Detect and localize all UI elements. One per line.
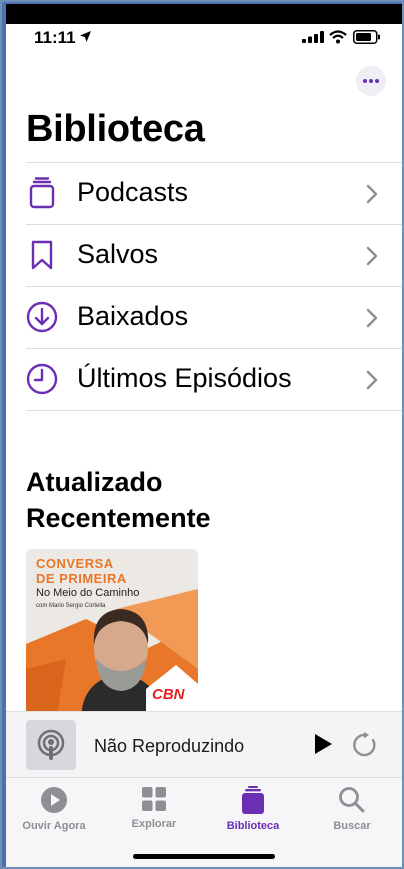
top-bezel: [6, 4, 402, 24]
mini-player-artwork: [26, 720, 76, 770]
artwork-credit: com Mario Sergio Cortella: [36, 603, 106, 609]
home-indicator[interactable]: [133, 854, 275, 859]
tab-ouvir-agora[interactable]: Ouvir Agora: [9, 786, 99, 832]
menu-label: Podcasts: [77, 177, 189, 207]
menu-item-podcasts[interactable]: Podcasts: [26, 162, 402, 224]
tab-biblioteca[interactable]: Biblioteca: [208, 786, 298, 832]
play-icon[interactable]: [312, 732, 334, 756]
menu-item-salvos[interactable]: Salvos: [26, 224, 402, 286]
library-menu: Podcasts Salvos Baixados Últimos Episódi…: [26, 162, 402, 411]
menu-label: Salvos: [77, 239, 159, 269]
page-title: Biblioteca: [26, 108, 205, 150]
ellipsis-icon: [363, 79, 367, 83]
phone-screen: 11:11 Biblioteca Podcasts Salvos Baixado…: [6, 4, 402, 867]
tab-label: Explorar: [131, 818, 177, 830]
search-icon: [339, 787, 365, 813]
more-options-button[interactable]: [356, 66, 386, 96]
stack-icon: [29, 177, 55, 209]
tab-explorar[interactable]: Explorar: [109, 786, 199, 830]
chevron-right-icon: [366, 246, 378, 266]
artwork-title-line1: CONVERSA: [36, 556, 114, 571]
chevron-right-icon: [366, 184, 378, 204]
podcast-artwork[interactable]: CONVERSA DE PRIMEIRA No Meio do Caminho …: [26, 549, 198, 721]
battery-icon: [353, 30, 380, 44]
tab-label: Ouvir Agora: [22, 820, 86, 832]
library-icon: [242, 786, 264, 814]
artwork-title-line2: DE PRIMEIRA: [36, 571, 127, 586]
tab-buscar[interactable]: Buscar: [307, 786, 397, 832]
artwork-brand-logo: CBN: [152, 686, 185, 703]
chevron-right-icon: [366, 370, 378, 390]
tab-label: Buscar: [333, 820, 371, 832]
clock-icon: [26, 363, 58, 395]
tab-label: Biblioteca: [226, 820, 280, 832]
section-title: Atualizado Recentemente: [26, 467, 211, 533]
skip-forward-icon[interactable]: [352, 732, 378, 758]
wifi-icon: [329, 30, 347, 44]
podcasts-app-icon: [37, 729, 65, 760]
artwork-subtitle: No Meio do Caminho: [36, 587, 140, 599]
play-circle-icon: [41, 787, 67, 813]
download-icon: [26, 301, 58, 333]
status-bar: 11:11: [6, 24, 402, 54]
menu-item-baixados[interactable]: Baixados: [26, 286, 402, 348]
cellular-signal-icon: [302, 31, 324, 43]
chevron-right-icon: [366, 308, 378, 328]
location-arrow-icon: [80, 31, 91, 42]
mini-player[interactable]: Não Reproduzindo: [6, 711, 402, 778]
grid-icon: [142, 787, 166, 811]
status-time: 11:11: [34, 28, 76, 47]
menu-item-ultimos-episodios[interactable]: Últimos Episódios: [26, 348, 402, 411]
bookmark-icon: [31, 240, 53, 270]
menu-label: Últimos Episódios: [77, 363, 292, 393]
tab-bar: Ouvir Agora Explorar Biblioteca Buscar: [6, 777, 402, 867]
window-frame: 11:11 Biblioteca Podcasts Salvos Baixado…: [2, 2, 402, 867]
now-playing-label: Não Reproduzindo: [94, 736, 245, 756]
menu-label: Baixados: [77, 301, 189, 331]
